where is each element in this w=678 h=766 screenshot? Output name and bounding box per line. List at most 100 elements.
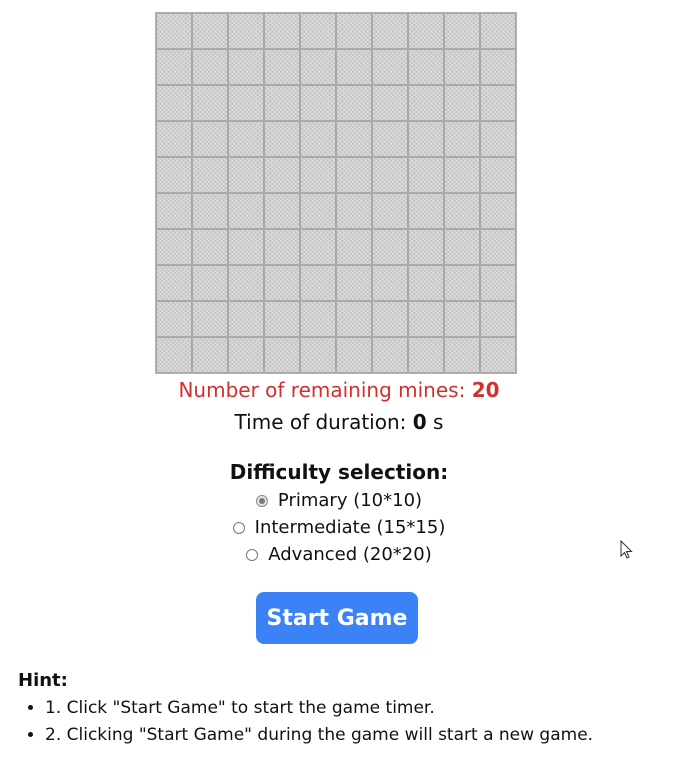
mine-cell[interactable] xyxy=(336,229,372,265)
mine-cell[interactable] xyxy=(372,301,408,337)
mine-cell[interactable] xyxy=(156,49,192,85)
mine-cell[interactable] xyxy=(408,193,444,229)
mine-cell[interactable] xyxy=(264,301,300,337)
mine-cell[interactable] xyxy=(372,337,408,373)
mine-cell[interactable] xyxy=(264,229,300,265)
mine-cell[interactable] xyxy=(156,301,192,337)
mine-cell[interactable] xyxy=(228,337,264,373)
mine-cell[interactable] xyxy=(264,121,300,157)
mine-cell[interactable] xyxy=(192,301,228,337)
mine-cell[interactable] xyxy=(192,13,228,49)
mine-cell[interactable] xyxy=(408,301,444,337)
mine-cell[interactable] xyxy=(480,229,516,265)
mine-cell[interactable] xyxy=(300,121,336,157)
mine-cell[interactable] xyxy=(300,157,336,193)
mine-cell[interactable] xyxy=(336,301,372,337)
mine-cell[interactable] xyxy=(408,121,444,157)
mine-cell[interactable] xyxy=(228,49,264,85)
mine-cell[interactable] xyxy=(372,121,408,157)
mine-cell[interactable] xyxy=(336,49,372,85)
mine-cell[interactable] xyxy=(264,157,300,193)
mine-cell[interactable] xyxy=(408,265,444,301)
mine-cell[interactable] xyxy=(300,229,336,265)
difficulty-option-advanced[interactable]: Advanced (20*20) xyxy=(0,543,678,567)
mine-cell[interactable] xyxy=(192,121,228,157)
mine-cell[interactable] xyxy=(480,49,516,85)
radio-intermediate[interactable] xyxy=(232,522,245,534)
mine-cell[interactable] xyxy=(156,265,192,301)
mine-cell[interactable] xyxy=(300,301,336,337)
mine-cell[interactable] xyxy=(156,157,192,193)
mine-cell[interactable] xyxy=(444,265,480,301)
mine-cell[interactable] xyxy=(408,49,444,85)
mine-cell[interactable] xyxy=(156,193,192,229)
mine-cell[interactable] xyxy=(480,265,516,301)
mine-cell[interactable] xyxy=(192,337,228,373)
mine-cell[interactable] xyxy=(372,157,408,193)
mine-cell[interactable] xyxy=(372,229,408,265)
mine-cell[interactable] xyxy=(300,49,336,85)
mine-cell[interactable] xyxy=(480,85,516,121)
mine-cell[interactable] xyxy=(192,49,228,85)
mine-cell[interactable] xyxy=(480,301,516,337)
mine-cell[interactable] xyxy=(156,85,192,121)
mine-cell[interactable] xyxy=(480,13,516,49)
mine-cell[interactable] xyxy=(228,157,264,193)
mine-cell[interactable] xyxy=(408,157,444,193)
mine-cell[interactable] xyxy=(372,193,408,229)
mine-cell[interactable] xyxy=(192,265,228,301)
mine-cell[interactable] xyxy=(228,121,264,157)
mine-cell[interactable] xyxy=(192,229,228,265)
mine-cell[interactable] xyxy=(228,193,264,229)
mine-cell[interactable] xyxy=(408,229,444,265)
mine-cell[interactable] xyxy=(480,121,516,157)
mine-cell[interactable] xyxy=(444,121,480,157)
mine-cell[interactable] xyxy=(372,49,408,85)
mine-cell[interactable] xyxy=(372,13,408,49)
mine-cell[interactable] xyxy=(408,85,444,121)
mine-cell[interactable] xyxy=(336,265,372,301)
mine-cell[interactable] xyxy=(192,85,228,121)
mine-cell[interactable] xyxy=(480,193,516,229)
mine-cell[interactable] xyxy=(228,229,264,265)
mine-cell[interactable] xyxy=(480,157,516,193)
mine-cell[interactable] xyxy=(156,337,192,373)
difficulty-option-primary[interactable]: Primary (10*10) xyxy=(0,489,678,513)
mine-cell[interactable] xyxy=(228,13,264,49)
mine-cell[interactable] xyxy=(228,265,264,301)
mine-cell[interactable] xyxy=(480,337,516,373)
mine-cell[interactable] xyxy=(156,121,192,157)
mine-cell[interactable] xyxy=(408,337,444,373)
mine-cell[interactable] xyxy=(444,301,480,337)
difficulty-option-intermediate[interactable]: Intermediate (15*15) xyxy=(0,516,678,540)
mine-cell[interactable] xyxy=(336,337,372,373)
mine-cell[interactable] xyxy=(300,13,336,49)
mine-cell[interactable] xyxy=(408,13,444,49)
mine-cell[interactable] xyxy=(264,13,300,49)
mine-cell[interactable] xyxy=(336,85,372,121)
mine-cell[interactable] xyxy=(336,193,372,229)
mine-cell[interactable] xyxy=(372,265,408,301)
mine-cell[interactable] xyxy=(444,193,480,229)
mine-cell[interactable] xyxy=(444,85,480,121)
mine-cell[interactable] xyxy=(300,193,336,229)
mine-cell[interactable] xyxy=(444,337,480,373)
mine-cell[interactable] xyxy=(336,13,372,49)
mine-cell[interactable] xyxy=(264,337,300,373)
mine-cell[interactable] xyxy=(264,265,300,301)
mine-cell[interactable] xyxy=(264,49,300,85)
mine-cell[interactable] xyxy=(444,229,480,265)
mine-cell[interactable] xyxy=(444,13,480,49)
mine-cell[interactable] xyxy=(156,229,192,265)
mine-cell[interactable] xyxy=(444,157,480,193)
mine-cell[interactable] xyxy=(264,85,300,121)
radio-primary[interactable] xyxy=(255,495,268,507)
mine-cell[interactable] xyxy=(156,13,192,49)
mine-cell[interactable] xyxy=(444,49,480,85)
mine-cell[interactable] xyxy=(192,193,228,229)
mine-cell[interactable] xyxy=(264,193,300,229)
mine-cell[interactable] xyxy=(300,337,336,373)
mine-cell[interactable] xyxy=(372,85,408,121)
mine-cell[interactable] xyxy=(228,85,264,121)
mine-cell[interactable] xyxy=(336,121,372,157)
